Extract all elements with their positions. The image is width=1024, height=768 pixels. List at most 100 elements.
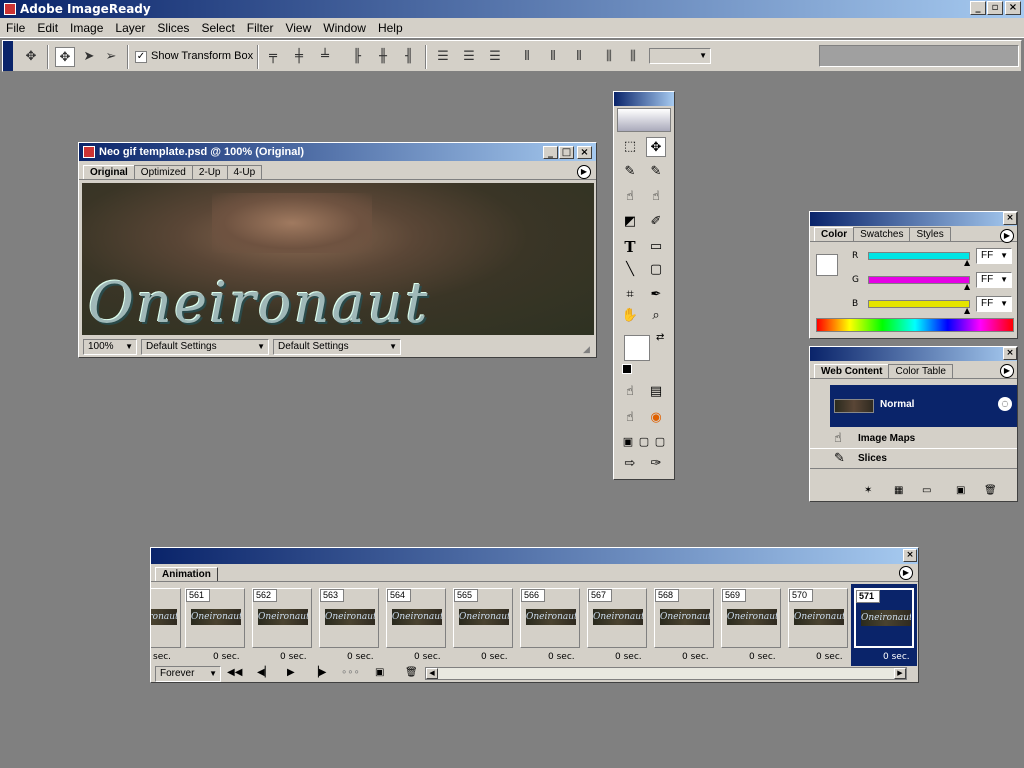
toggle-slices-icon[interactable]: ☝ bbox=[620, 382, 640, 402]
frame-565[interactable]: 565 Oneironaut bbox=[453, 588, 513, 648]
frames-scrollbar[interactable]: ◀ ▶ bbox=[425, 667, 907, 680]
frame-566[interactable]: 566 Oneironaut bbox=[520, 588, 580, 648]
tab-4up[interactable]: 4-Up bbox=[226, 165, 263, 179]
doc-close-button[interactable]: × bbox=[577, 146, 592, 159]
type-tool-icon[interactable]: T bbox=[620, 237, 640, 257]
loop-dropdown[interactable]: Forever bbox=[155, 666, 221, 682]
web-new-icon[interactable]: ▣ bbox=[956, 485, 965, 496]
frame-570[interactable]: 570 Oneironaut bbox=[788, 588, 848, 648]
tween-icon[interactable]: ∘∘∘ bbox=[341, 667, 360, 678]
document-menu-arrow-icon[interactable]: ▶ bbox=[577, 165, 591, 179]
color-fg-swatch[interactable] bbox=[816, 254, 838, 276]
channel-b-slider[interactable] bbox=[868, 300, 970, 308]
align-vcenter-icon[interactable]: ╪ bbox=[289, 47, 309, 67]
eraser-tool-icon[interactable]: ◩ bbox=[620, 212, 640, 232]
web-create-slice-icon[interactable]: ✶ bbox=[864, 485, 872, 496]
move-tool-icon[interactable]: ✥ bbox=[21, 47, 41, 67]
frame-delay-562[interactable]: 0 sec. bbox=[280, 652, 307, 662]
frame-delay-565[interactable]: 0 sec. bbox=[481, 652, 508, 662]
web-row-image-maps[interactable]: ☝ Image Maps bbox=[810, 429, 1017, 449]
channel-g-thumb-icon[interactable]: ▲ bbox=[964, 282, 970, 291]
tab-web-content[interactable]: Web Content bbox=[814, 364, 890, 378]
minimize-button[interactable]: _ bbox=[970, 1, 986, 15]
palette-well[interactable] bbox=[819, 45, 1019, 67]
rollover-preview-icon[interactable]: ☝ bbox=[620, 408, 640, 428]
distribute-top-icon[interactable]: ☰ bbox=[433, 47, 453, 67]
swap-colors-icon[interactable]: ⇄ bbox=[656, 332, 664, 343]
frame-delay-568[interactable]: 0 sec. bbox=[682, 652, 709, 662]
frame-delay-566[interactable]: 0 sec. bbox=[548, 652, 575, 662]
tab-optimized[interactable]: Optimized bbox=[133, 165, 193, 179]
tab-styles[interactable]: Styles bbox=[909, 227, 951, 241]
line-tool-icon[interactable]: ╲ bbox=[620, 260, 640, 280]
next-frame-icon[interactable]: ▕▶ bbox=[311, 667, 326, 678]
document-canvas[interactable]: Oneironaut bbox=[82, 183, 594, 335]
channel-b-value[interactable]: FF bbox=[976, 296, 1012, 312]
eyedropper-tool-icon[interactable]: ✒ bbox=[646, 285, 666, 305]
toggle-image-maps-icon[interactable]: ▤ bbox=[646, 382, 666, 402]
play-icon[interactable]: ▶ bbox=[287, 667, 295, 678]
web-row-normal[interactable]: Normal ◌ bbox=[830, 385, 1017, 427]
frame-delay-564[interactable]: 0 sec. bbox=[414, 652, 441, 662]
marquee-tool-icon[interactable]: ⬚ bbox=[620, 137, 640, 157]
tab-color-table[interactable]: Color Table bbox=[888, 364, 953, 378]
zoom-dropdown[interactable]: 100% bbox=[83, 339, 137, 355]
settings-dropdown-1[interactable]: Default Settings bbox=[141, 339, 269, 355]
rollover-state-icon[interactable]: ◌ bbox=[998, 397, 1012, 411]
distribute-right-icon[interactable]: ⫴ bbox=[569, 47, 589, 67]
channel-b-thumb-icon[interactable]: ▲ bbox=[964, 306, 970, 315]
channel-g-slider[interactable] bbox=[868, 276, 970, 284]
image-map-tool-icon[interactable]: ☝ bbox=[620, 187, 640, 207]
tab-color[interactable]: Color bbox=[814, 227, 855, 241]
move-tool-option-icon[interactable]: ✥ bbox=[55, 47, 75, 67]
document-titlebar[interactable]: Neo gif template.psd @ 100% (Original) bbox=[79, 143, 596, 161]
web-content-close-button[interactable]: × bbox=[1003, 347, 1017, 360]
screen-mode-full-icon[interactable]: ▢ bbox=[650, 432, 670, 452]
direct-select-arrow-icon[interactable]: ➢ bbox=[101, 47, 121, 67]
settings-dropdown-2[interactable]: Default Settings bbox=[273, 339, 401, 355]
doc-maximize-button[interactable]: □ bbox=[559, 146, 574, 159]
color-panel-menu-icon[interactable]: ▶ bbox=[1000, 229, 1014, 243]
align-top-icon[interactable]: ╤ bbox=[263, 47, 283, 67]
frame-571[interactable]: 571 Oneironaut bbox=[854, 588, 914, 648]
animation-close-button[interactable]: × bbox=[903, 549, 917, 562]
close-button[interactable]: × bbox=[1005, 1, 1021, 15]
doc-minimize-button[interactable]: _ bbox=[543, 146, 558, 159]
channel-g-value[interactable]: FF bbox=[976, 272, 1012, 288]
web-folder-icon[interactable]: ▭ bbox=[922, 485, 931, 496]
show-transform-checkbox[interactable]: ✓ bbox=[135, 51, 147, 63]
menu-help[interactable]: Help bbox=[372, 21, 409, 35]
distribute-bottom-icon[interactable]: ☰ bbox=[485, 47, 505, 67]
menu-window[interactable]: Window bbox=[317, 21, 372, 35]
menu-file[interactable]: File bbox=[0, 21, 31, 35]
web-content-titlebar[interactable] bbox=[810, 347, 1017, 361]
frame-delay-partial[interactable]: sec. bbox=[153, 652, 171, 662]
options-grip[interactable] bbox=[3, 41, 13, 71]
default-colors-icon[interactable] bbox=[622, 364, 632, 374]
hand-tool-icon[interactable]: ✋ bbox=[620, 306, 640, 326]
align-left-icon[interactable]: ╟ bbox=[347, 47, 367, 67]
feather-logo-icon[interactable] bbox=[617, 108, 671, 132]
frame-567[interactable]: 567 Oneironaut bbox=[587, 588, 647, 648]
frame-delay-561[interactable]: 0 sec. bbox=[213, 652, 240, 662]
align-right-icon[interactable]: ╢ bbox=[399, 47, 419, 67]
menu-slices[interactable]: Slices bbox=[151, 21, 195, 35]
options-dropdown[interactable] bbox=[649, 48, 711, 64]
tab-swatches[interactable]: Swatches bbox=[853, 227, 911, 241]
image-map-select-icon[interactable]: ☝ bbox=[646, 187, 666, 207]
tab-2up[interactable]: 2-Up bbox=[191, 165, 228, 179]
move-tool-icon[interactable]: ✥ bbox=[646, 137, 666, 157]
shape-tool-icon[interactable]: ▢ bbox=[646, 260, 666, 280]
animation-menu-icon[interactable]: ▶ bbox=[899, 566, 913, 580]
frame-delay-567[interactable]: 0 sec. bbox=[615, 652, 642, 662]
duplicate-frame-icon[interactable]: ▣ bbox=[375, 667, 384, 678]
frame-562[interactable]: 562 Oneironaut bbox=[252, 588, 312, 648]
first-frame-icon[interactable]: ◀◀ bbox=[227, 667, 242, 678]
scroll-right-icon[interactable]: ▶ bbox=[894, 668, 906, 679]
slice-tool-icon[interactable]: ✎ bbox=[620, 162, 640, 182]
zoom-tool-icon[interactable]: ⌕ bbox=[646, 306, 666, 326]
align-bottom-icon[interactable]: ╧ bbox=[315, 47, 335, 67]
frame-568[interactable]: 568 Oneironaut bbox=[654, 588, 714, 648]
menu-select[interactable]: Select bbox=[195, 21, 240, 35]
resize-grip[interactable]: ◢ bbox=[583, 345, 590, 355]
